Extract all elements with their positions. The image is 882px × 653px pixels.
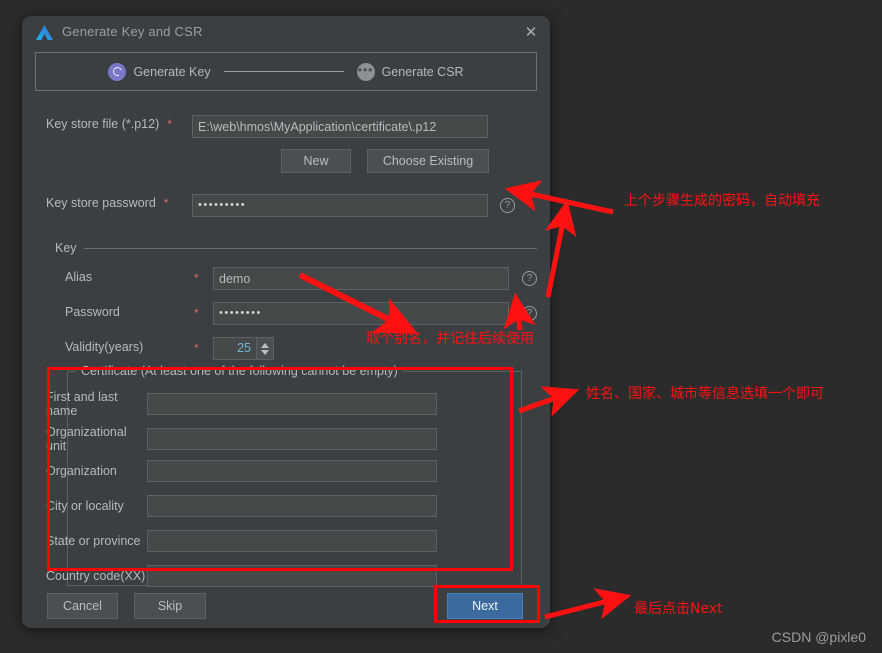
key-group-separator: Key [55,241,537,255]
watermark: CSDN @pixle0 [771,629,866,645]
cert-row-city-or-locality: City or locality [22,495,437,517]
ellipsis-icon: ••• [356,62,375,81]
keystore-file-label: Key store file (*.p12) [46,117,160,131]
stepper-connector [223,71,344,72]
alias-row: Alias [65,270,92,284]
cert-label-organization: Organization [46,464,117,478]
cancel-button[interactable]: Cancel [47,593,118,619]
certificate-legend: Certificate (At least one of the followi… [77,364,402,378]
dialog-title: Generate Key and CSR [62,24,203,39]
cert-label-state-or-province: State or province [46,534,141,548]
screen-root: Generate Key and CSR ✕ Generate Key ••• … [0,0,882,653]
alias-help-icon[interactable]: ? [522,271,537,286]
keystore-password-input[interactable]: ••••••••• [192,194,488,217]
keystore-password-required: * [163,196,169,210]
wizard-stepper: Generate Key ••• Generate CSR [35,52,537,91]
key-password-input[interactable]: •••••••• [213,302,509,325]
cert-row-organization: Organization [22,460,437,482]
annotation-certificate: 姓名、国家、城市等信息选填一个即可 [586,386,824,402]
spinner-ring-icon [108,62,127,81]
validity-stepper[interactable] [213,337,274,360]
validity-label: Validity(years) [65,340,144,354]
alias-input[interactable] [213,267,509,290]
skip-button[interactable]: Skip [134,593,206,619]
cert-row-organizational-unit: Organizational unit [22,425,437,453]
key-password-required: * [194,306,199,320]
cert-input-country-code[interactable] [147,565,437,587]
validity-stepper-arrows[interactable] [256,337,274,360]
alias-required: * [194,271,199,285]
chevron-up-icon[interactable] [261,342,269,348]
choose-existing-button[interactable]: Choose Existing [367,149,489,173]
close-icon[interactable]: ✕ [520,23,542,43]
validity-input[interactable] [213,337,256,360]
cert-input-first-last-name[interactable] [147,393,437,415]
keystore-password-label: Key store password [46,196,156,210]
generate-key-and-csr-dialog: Generate Key and CSR ✕ Generate Key ••• … [22,16,550,628]
deveco-logo-icon [35,24,54,41]
cert-input-organizational-unit[interactable] [147,428,437,450]
step-generate-csr-label: Generate CSR [381,64,464,79]
dialog-titlebar: Generate Key and CSR ✕ [22,16,550,50]
step-generate-key[interactable]: Generate Key [108,62,211,81]
key-password-row: Password [65,305,120,319]
next-button[interactable]: Next [447,593,523,619]
cert-label-first-last-name: First and last name [46,390,118,418]
cert-input-city-or-locality[interactable] [147,495,437,517]
validity-required: * [194,341,199,355]
annotation-next: 最后点击Next [634,601,723,617]
keystore-file-input[interactable] [192,115,488,138]
keystore-password-row: Key store password * [46,196,168,210]
validity-row: Validity(years) [65,340,143,354]
cert-row-country-code: Country code(XX) [22,565,437,587]
chevron-down-icon[interactable] [261,349,269,355]
annotation-password: 上个步骤生成的密码，自动填充 [624,193,820,209]
keystore-file-row: Key store file (*.p12) * [46,117,172,131]
cert-label-country-code: Country code(XX) [46,569,146,583]
step-generate-key-label: Generate Key [133,64,211,79]
new-button[interactable]: New [281,149,351,173]
keystore-password-help-icon[interactable]: ? [500,198,515,213]
cert-row-first-last-name: First and last name [22,390,437,418]
key-password-help-icon[interactable]: ? [522,306,537,321]
cert-label-city-or-locality: City or locality [46,499,124,513]
keystore-file-required: * [167,117,172,131]
step-generate-csr[interactable]: ••• Generate CSR [356,62,464,81]
cert-input-state-or-province[interactable] [147,530,437,552]
cert-input-organization[interactable] [147,460,437,482]
cert-label-organizational-unit: Organizational unit [46,425,127,453]
annotation-alias: 取个别名，并记住后续使用 [366,331,534,347]
key-password-label: Password [65,305,120,319]
cert-row-state-or-province: State or province [22,530,437,552]
alias-label: Alias [65,270,93,284]
key-group-label: Key [55,241,77,255]
